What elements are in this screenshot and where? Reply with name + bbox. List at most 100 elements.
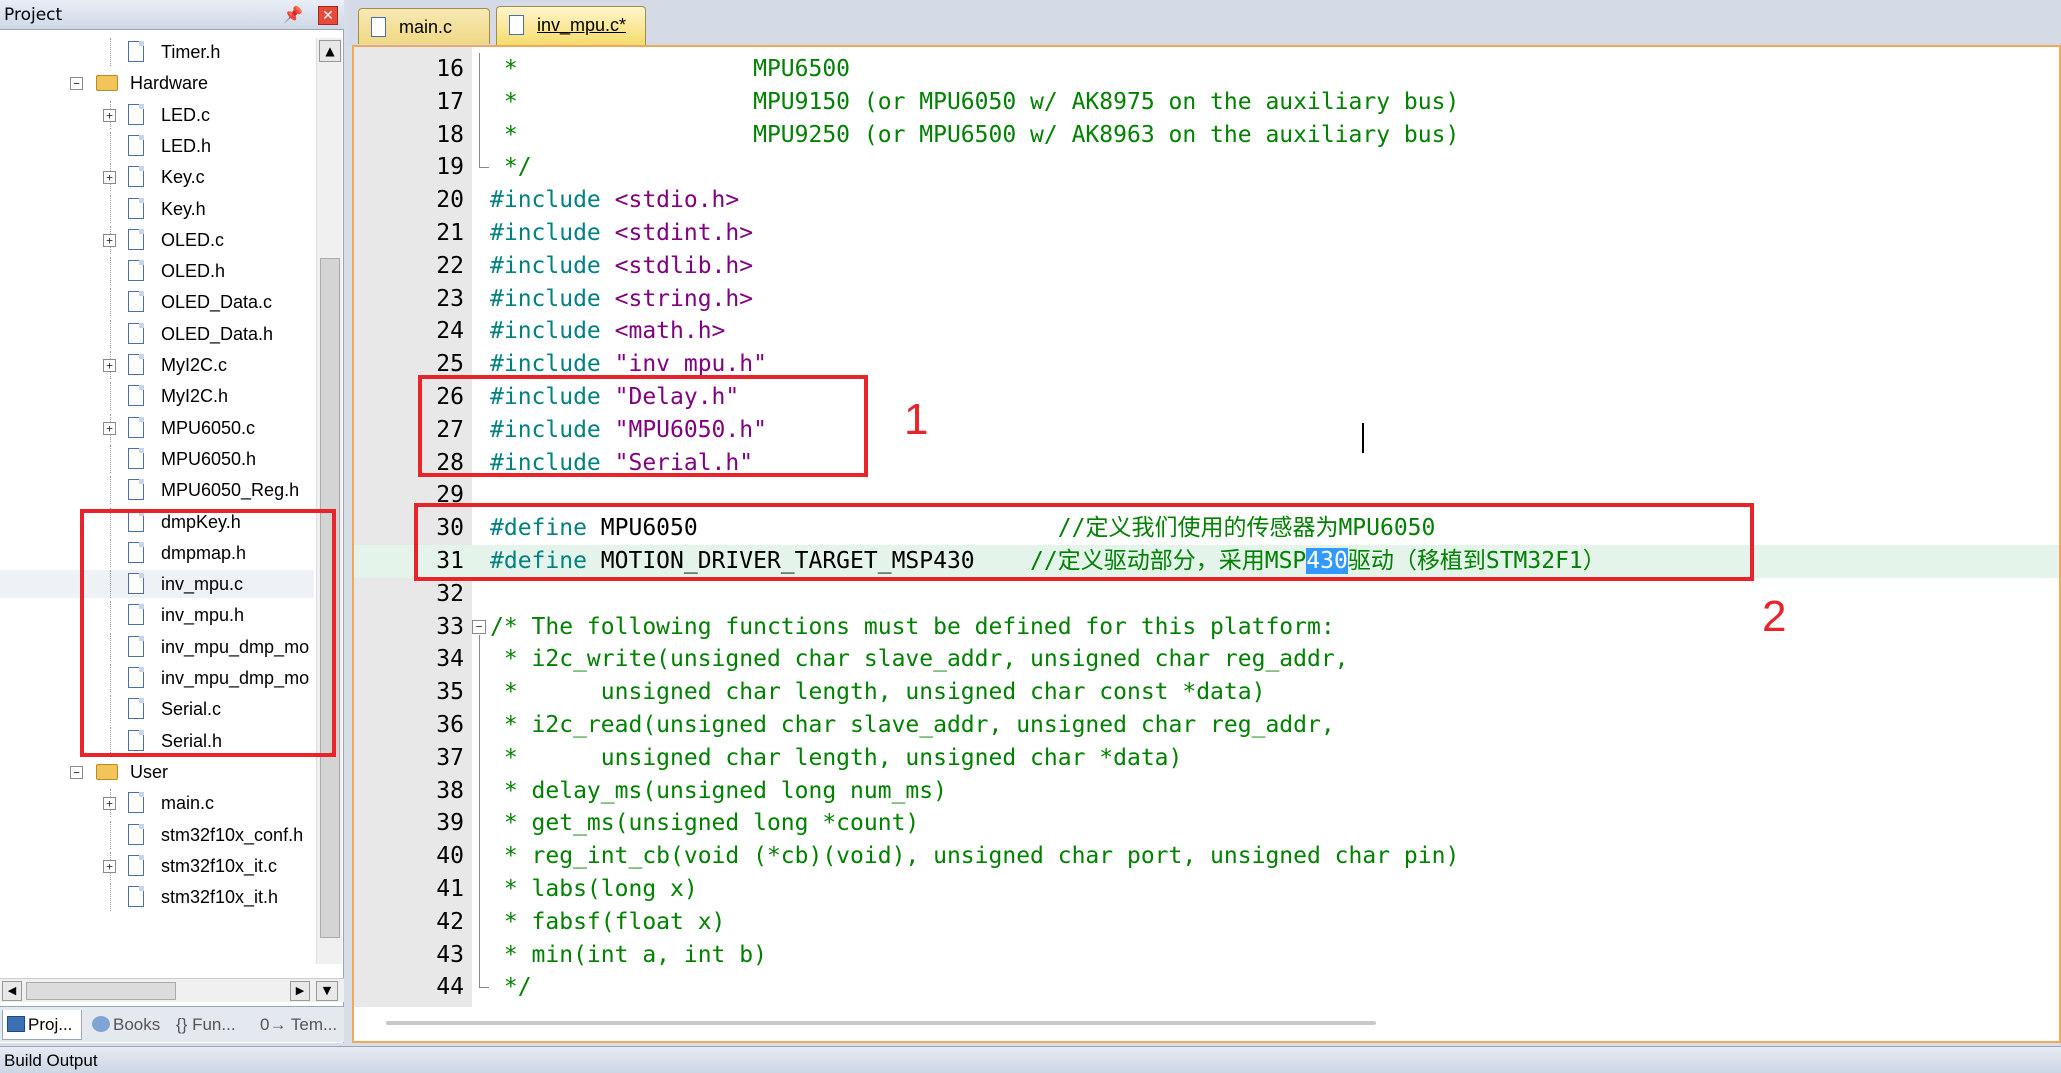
- code-text: * MPU9150 (or MPU6050 w/ AK8975 on the a…: [490, 86, 1459, 119]
- code-line[interactable]: 43 * min(int a, int b): [354, 938, 2059, 972]
- file-icon: [128, 854, 144, 876]
- tree-file[interactable]: + OLED.c: [0, 225, 314, 254]
- code-line[interactable]: 22 #include <stdlib.h>: [354, 250, 2059, 283]
- text-caret: [1362, 423, 1364, 453]
- tree-file[interactable]: stm32f10x_conf.h: [0, 820, 314, 849]
- tree-file[interactable]: + MyI2C.c: [0, 351, 314, 379]
- pin-icon[interactable]: 📌: [282, 0, 304, 30]
- tree-file[interactable]: LED.h: [0, 131, 314, 160]
- tab-main-c[interactable]: main.c: [358, 8, 490, 44]
- expand-icon[interactable]: +: [103, 421, 116, 435]
- tree-guide: [110, 194, 111, 223]
- tree-horizontal-scrollbar[interactable]: ◀ ▶ ▼: [0, 978, 344, 1002]
- expand-icon[interactable]: +: [103, 859, 116, 873]
- fold-collapse-icon[interactable]: −: [472, 619, 486, 634]
- code-line[interactable]: 42 * fabsf(float x): [354, 905, 2059, 939]
- line-number: 23: [436, 285, 464, 312]
- code-token: * unsigned char length, unsigned char *d…: [490, 744, 1183, 771]
- tree-file[interactable]: + LED.c: [0, 100, 314, 129]
- code-line[interactable]: 21 #include <stdint.h>: [354, 217, 2059, 250]
- tree-folder[interactable]: − User: [0, 758, 314, 786]
- tree-file[interactable]: + stm32f10x_it.c: [0, 851, 314, 880]
- code-line[interactable]: 38 * delay_ms(unsigned long num_ms): [354, 774, 2059, 808]
- collapse-icon[interactable]: −: [70, 77, 83, 91]
- expand-icon[interactable]: +: [103, 797, 116, 811]
- scroll-right-arrow-icon[interactable]: ▶: [290, 981, 310, 1001]
- tree-file[interactable]: OLED.h: [0, 257, 314, 286]
- code-line[interactable]: 33−/* The following functions must be de…: [354, 611, 2059, 644]
- scroll-left-arrow-icon[interactable]: ◀: [2, 981, 22, 1001]
- tree-file[interactable]: + MPU6050.c: [0, 413, 314, 442]
- code-line[interactable]: 23 #include <string.h>: [354, 283, 2059, 316]
- scroll-thumb[interactable]: [386, 1021, 1376, 1025]
- tree-item-label: OLED.c: [161, 229, 225, 250]
- code-line[interactable]: 19 */: [354, 151, 2059, 184]
- file-icon: [128, 228, 144, 250]
- fold-guide: [479, 807, 480, 841]
- code-line[interactable]: 32: [354, 578, 2059, 611]
- code-line[interactable]: 16 * MPU6500: [354, 53, 2059, 86]
- code-line[interactable]: 37 * unsigned char length, unsigned char…: [354, 741, 2059, 775]
- editor-horizontal-scrollbar[interactable]: [354, 1007, 2059, 1041]
- code-token: * MPU9150 (or MPU6050 w/ AK8975 on the a…: [490, 88, 1460, 115]
- tree-guide: [110, 131, 111, 160]
- tree-file[interactable]: OLED_Data.h: [0, 319, 314, 348]
- code-line[interactable]: 40 * reg_int_cb(void (*cb)(void), unsign…: [354, 840, 2059, 873]
- code-line[interactable]: 39 * get_ms(unsigned long *count): [354, 807, 2059, 841]
- tree-item-label: OLED.h: [161, 261, 226, 282]
- tree-file[interactable]: MPU6050_Reg.h: [0, 476, 314, 505]
- line-number: 41: [436, 876, 464, 902]
- code-line[interactable]: 18 * MPU9250 (or MPU6500 w/ AK8963 on th…: [354, 118, 2059, 152]
- tab-functions[interactable]: {} Fun...: [172, 1010, 254, 1040]
- tree-file[interactable]: OLED_Data.c: [0, 288, 314, 317]
- tree-file[interactable]: stm32f10x_it.h: [0, 883, 314, 912]
- tree-guide: [110, 883, 111, 912]
- tree-file[interactable]: Timer.h: [0, 38, 314, 66]
- code-text: * labs(long x): [490, 873, 698, 906]
- expand-icon[interactable]: +: [103, 233, 116, 247]
- project-tree: Timer.h − Hardware + LED.c LED.h + Key.c Key.h + O…: [0, 38, 314, 972]
- tree-file[interactable]: + main.c: [0, 789, 314, 818]
- tree-guide: [110, 820, 111, 849]
- tab-books[interactable]: Books: [88, 1010, 168, 1040]
- code-token: #include: [490, 252, 615, 279]
- code-line[interactable]: 41 * labs(long x): [354, 873, 2059, 906]
- tree-vertical-scrollbar[interactable]: ▲: [316, 38, 342, 964]
- tree-guide: [110, 382, 111, 411]
- scroll-down-arrow-icon[interactable]: ▼: [316, 981, 338, 1001]
- expand-icon[interactable]: +: [103, 359, 116, 372]
- code-line[interactable]: 36 * i2c_read(unsigned char slave_addr, …: [354, 709, 2059, 742]
- tab-project[interactable]: Proj...: [2, 1010, 82, 1040]
- scroll-thumb[interactable]: [26, 982, 176, 1000]
- code-line[interactable]: 35 * unsigned char length, unsigned char…: [354, 676, 2059, 709]
- tab-inv-mpu-c[interactable]: inv_mpu.c*: [496, 6, 646, 45]
- code-line[interactable]: 24 #include <math.h>: [354, 315, 2059, 348]
- code-line[interactable]: 44 */: [354, 971, 2059, 1003]
- code-line[interactable]: 34 * i2c_write(unsigned char slave_addr,…: [354, 643, 2059, 677]
- close-icon[interactable]: ✕: [318, 6, 338, 25]
- collapse-icon[interactable]: −: [70, 765, 83, 779]
- code-line[interactable]: 17 * MPU9150 (or MPU6050 w/ AK8975 on th…: [354, 85, 2059, 119]
- tree-file[interactable]: MPU6050.h: [0, 444, 314, 473]
- templates-icon: 0→ Tem...: [260, 1015, 338, 1034]
- code-line[interactable]: 20 #include <stdio.h>: [354, 184, 2059, 217]
- tree-folder[interactable]: − Hardware: [0, 69, 314, 97]
- code-token: #include: [490, 220, 615, 246]
- tab-templates[interactable]: 0→ Tem...: [256, 1010, 342, 1040]
- code-token: * get_ms(unsigned long *count): [490, 810, 920, 837]
- line-number: 44: [436, 974, 464, 1001]
- expand-icon[interactable]: +: [103, 171, 116, 185]
- annotation-box-2: [414, 503, 1754, 581]
- code-text: * i2c_write(unsigned char slave_addr, un…: [490, 643, 1349, 676]
- tree-file[interactable]: MyI2C.h: [0, 382, 314, 411]
- line-number: 36: [436, 712, 464, 738]
- tree-item-label: MyI2C.h: [161, 386, 229, 407]
- code-token: <stdint.h>: [614, 220, 754, 246]
- tree-file[interactable]: + Key.c: [0, 163, 314, 192]
- tree-file[interactable]: Key.h: [0, 194, 314, 223]
- tree-item-label: User: [130, 761, 169, 782]
- tree-item-label: LED.h: [161, 135, 212, 156]
- scroll-up-arrow-icon[interactable]: ▲: [319, 40, 341, 62]
- fold-guide: [479, 774, 480, 808]
- expand-icon[interactable]: +: [103, 108, 116, 122]
